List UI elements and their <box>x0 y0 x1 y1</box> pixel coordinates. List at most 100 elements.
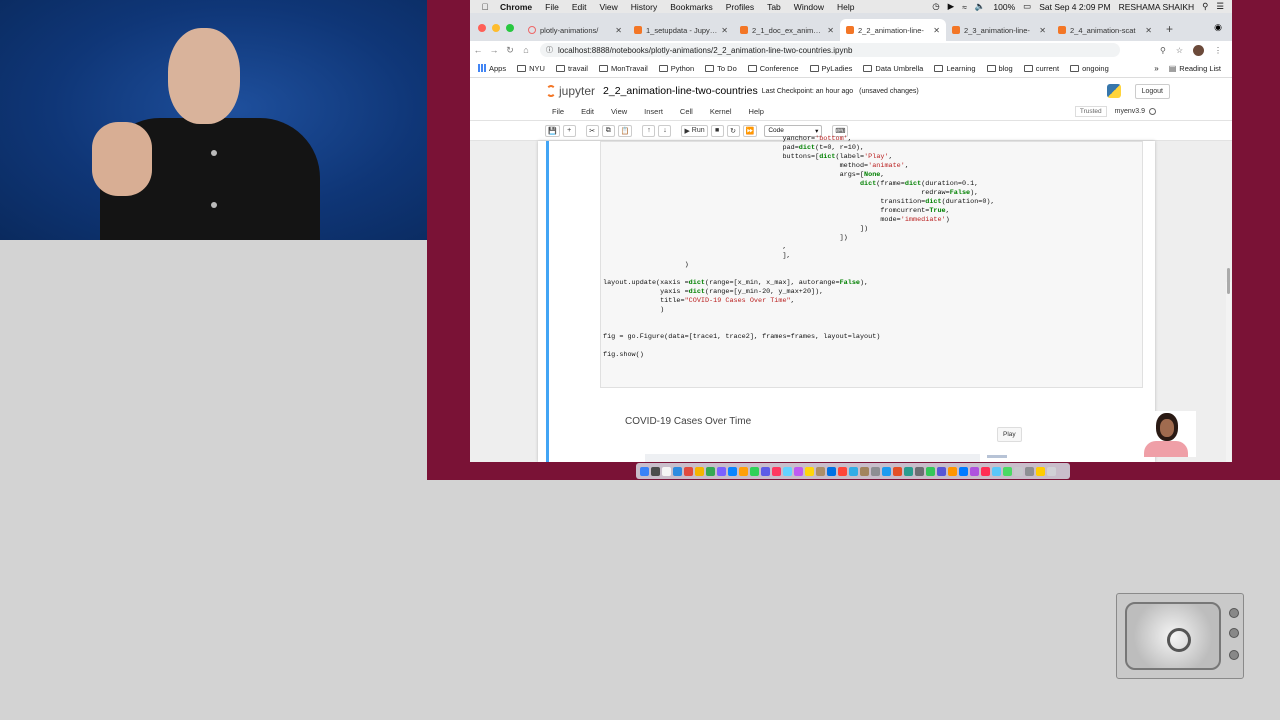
kernel-indicator[interactable]: myenv3.9 <box>1115 108 1156 115</box>
bookmark-folder[interactable]: To Do <box>705 64 737 73</box>
more-bookmarks-icon[interactable]: » <box>1154 64 1158 73</box>
dock-app-icon[interactable] <box>750 466 759 476</box>
jupyter-menu-file[interactable]: File <box>552 107 564 116</box>
bookmark-folder[interactable]: NYU <box>517 64 545 73</box>
bookmark-folder[interactable]: Data Umbrella <box>863 64 923 73</box>
browser-tab[interactable]: 2_4_animation-scat ✕ <box>1052 19 1158 41</box>
close-tab-icon[interactable]: ✕ <box>615 26 622 35</box>
new-tab-icon[interactable]: + <box>1158 22 1181 41</box>
insert-cell-icon[interactable]: + <box>562 124 576 137</box>
close-tab-icon[interactable]: ✕ <box>933 26 940 35</box>
save-icon[interactable]: 💾 <box>545 124 560 137</box>
dock-app-icon[interactable] <box>651 466 660 476</box>
dock-app-icon[interactable] <box>816 466 825 476</box>
dock-app-icon[interactable] <box>684 466 693 476</box>
dock-app-icon[interactable] <box>860 466 869 476</box>
cut-icon[interactable]: ✂ <box>585 124 599 137</box>
browser-tab[interactable]: plotly-animations/ ✕ <box>522 19 628 41</box>
dock-app-icon[interactable] <box>761 466 770 476</box>
back-icon[interactable]: ← <box>470 45 486 55</box>
reading-list[interactable]: ▤ Reading List <box>1169 64 1221 73</box>
dock-app-icon[interactable] <box>695 466 704 476</box>
battery-icon[interactable]: ▭ <box>1023 1 1031 12</box>
menubar-edit[interactable]: Edit <box>572 2 587 12</box>
wifi-icon[interactable]: ≈ <box>962 2 967 12</box>
browser-tab[interactable]: 2_3_animation-line- ✕ <box>946 19 1052 41</box>
minimize-window-icon[interactable] <box>492 24 500 32</box>
scrollbar-thumb[interactable] <box>1227 268 1230 294</box>
dock-app-icon[interactable] <box>728 466 737 476</box>
volume-icon[interactable]: 🔈 <box>975 1 986 12</box>
browser-tab-active[interactable]: 2_2_animation-line- ✕ <box>840 19 946 41</box>
apple-icon[interactable]:  <box>470 2 500 12</box>
home-icon[interactable]: ⌂ <box>518 45 534 55</box>
close-tab-icon[interactable]: ✕ <box>721 26 728 35</box>
dock-app-icon[interactable] <box>959 466 968 476</box>
trusted-badge[interactable]: Trusted <box>1074 106 1107 117</box>
plot-play-button[interactable]: Play <box>997 427 1022 442</box>
forward-icon[interactable]: → <box>486 45 502 55</box>
dock-app-icon[interactable] <box>662 466 671 476</box>
info-icon[interactable]: ⓘ <box>546 45 553 55</box>
dock-app-icon[interactable] <box>915 466 924 476</box>
bookmark-folder[interactable]: MonTravail <box>598 64 648 73</box>
menubar-help[interactable]: Help <box>837 2 854 12</box>
notebook-title[interactable]: 2_2_animation-line-two-countries <box>603 85 758 97</box>
dock-app-icon[interactable] <box>1025 466 1034 476</box>
bookmark-folder[interactable]: blog <box>986 64 1013 73</box>
dock-app-icon[interactable] <box>1047 466 1056 476</box>
dock-app-icon[interactable] <box>992 466 1001 476</box>
menubar-view[interactable]: View <box>599 2 617 12</box>
spotlight-icon[interactable]: ⚲ <box>1202 1 1208 12</box>
dock-app-icon[interactable] <box>706 466 715 476</box>
url-input[interactable]: ⓘ localhost:8888/notebooks/plotly-animat… <box>540 43 1120 57</box>
vertical-scrollbar[interactable] <box>1226 282 1231 462</box>
dock-app-icon[interactable] <box>948 466 957 476</box>
dock-app-icon[interactable] <box>893 466 902 476</box>
maximize-window-icon[interactable] <box>506 24 514 32</box>
close-tab-icon[interactable]: ✕ <box>1145 26 1152 35</box>
more-menu-icon[interactable]: ⋮ <box>1214 46 1222 55</box>
menubar-file[interactable]: File <box>545 2 559 12</box>
jupyter-logo[interactable]: jupyter <box>546 84 595 98</box>
close-tab-icon[interactable]: ✕ <box>827 26 834 35</box>
menubar-app[interactable]: Chrome <box>500 2 532 12</box>
menubar-window[interactable]: Window <box>794 2 824 12</box>
dock-app-icon[interactable] <box>827 466 836 476</box>
dock-app-icon[interactable] <box>1014 466 1023 476</box>
dock-app-icon[interactable] <box>794 466 803 476</box>
dock-app-icon[interactable] <box>717 466 726 476</box>
menubar-profiles[interactable]: Profiles <box>726 2 754 12</box>
dock-app-icon[interactable] <box>838 466 847 476</box>
zoom-icon[interactable]: ⚲ <box>1160 46 1166 55</box>
close-tab-icon[interactable]: ✕ <box>1039 26 1046 35</box>
menubar-tab[interactable]: Tab <box>767 2 781 12</box>
play-icon[interactable]: ▶ <box>948 1 955 12</box>
control-center-icon[interactable]: ☰ <box>1216 1 1224 12</box>
bookmark-folder[interactable]: ongoing <box>1070 64 1109 73</box>
dock-app-icon[interactable] <box>926 466 935 476</box>
dock-app-icon[interactable] <box>1003 466 1012 476</box>
jupyter-menu-view[interactable]: View <box>611 107 627 116</box>
dock-app-icon[interactable] <box>882 466 891 476</box>
jupyter-menu-help[interactable]: Help <box>749 107 764 116</box>
dock-app-icon[interactable] <box>739 466 748 476</box>
close-window-icon[interactable] <box>478 24 486 32</box>
jupyter-menu-kernel[interactable]: Kernel <box>710 107 732 116</box>
reload-icon[interactable]: ↻ <box>502 45 518 56</box>
tab-search-icon[interactable]: ◉ <box>1214 22 1232 41</box>
star-icon[interactable]: ☆ <box>1176 46 1183 55</box>
time-machine-icon[interactable]: ◷ <box>932 1 939 12</box>
bookmark-folder[interactable]: travail <box>555 64 588 73</box>
jupyter-menu-edit[interactable]: Edit <box>581 107 594 116</box>
bookmark-apps[interactable]: Apps <box>478 64 506 73</box>
jupyter-menu-cell[interactable]: Cell <box>680 107 693 116</box>
dock-app-icon[interactable] <box>849 466 858 476</box>
dock-app-icon[interactable] <box>673 466 682 476</box>
dock-app-icon[interactable] <box>970 466 979 476</box>
dock-app-icon[interactable] <box>640 466 649 476</box>
dock-app-icon[interactable] <box>904 466 913 476</box>
logout-button[interactable]: Logout <box>1134 83 1170 99</box>
dock-app-icon[interactable] <box>805 466 814 476</box>
bookmark-folder[interactable]: Conference <box>747 64 799 73</box>
